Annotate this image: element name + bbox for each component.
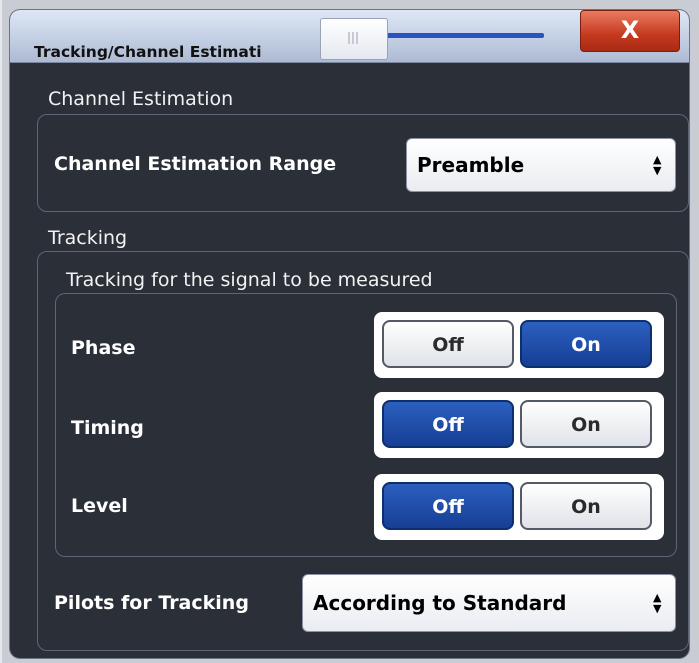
window-slider-track[interactable] bbox=[384, 33, 544, 38]
timing-off-button[interactable]: Off bbox=[382, 400, 514, 448]
tracking-section-label: Tracking bbox=[48, 227, 128, 249]
level-label: Level bbox=[71, 495, 128, 517]
channel-estimation-range-dropdown[interactable]: Preamble ▲ ▼ bbox=[406, 138, 676, 192]
tracking-subgroup-label: Tracking for the signal to be measured bbox=[66, 269, 433, 291]
channel-estimation-range-label: Channel Estimation Range bbox=[54, 153, 337, 175]
level-toggle: Off On bbox=[374, 474, 664, 540]
timing-on-button[interactable]: On bbox=[520, 400, 652, 448]
channel-estimation-section-label: Channel Estimation bbox=[48, 88, 234, 110]
up-down-arrows-icon: ▲ ▼ bbox=[653, 591, 662, 615]
phase-label: Phase bbox=[71, 337, 136, 359]
channel-estimation-range-value: Preamble bbox=[417, 153, 525, 177]
grip-icon[interactable] bbox=[320, 18, 388, 60]
dialog-title: Tracking/Channel Estimati bbox=[34, 43, 262, 61]
phase-toggle: Off On bbox=[374, 312, 664, 378]
phase-on-button[interactable]: On bbox=[520, 320, 652, 368]
phase-off-button[interactable]: Off bbox=[382, 320, 514, 368]
pilots-for-tracking-dropdown[interactable]: According to Standard ▲ ▼ bbox=[302, 574, 676, 632]
timing-toggle: Off On bbox=[374, 392, 664, 458]
up-down-arrows-icon: ▲ ▼ bbox=[653, 153, 662, 177]
timing-label: Timing bbox=[71, 417, 144, 439]
level-off-button[interactable]: Off bbox=[382, 482, 514, 530]
level-on-button[interactable]: On bbox=[520, 482, 652, 530]
pilots-for-tracking-value: According to Standard bbox=[313, 591, 567, 615]
close-button[interactable]: X bbox=[580, 10, 680, 52]
close-icon: X bbox=[620, 16, 640, 44]
pilots-for-tracking-label: Pilots for Tracking bbox=[54, 592, 249, 614]
